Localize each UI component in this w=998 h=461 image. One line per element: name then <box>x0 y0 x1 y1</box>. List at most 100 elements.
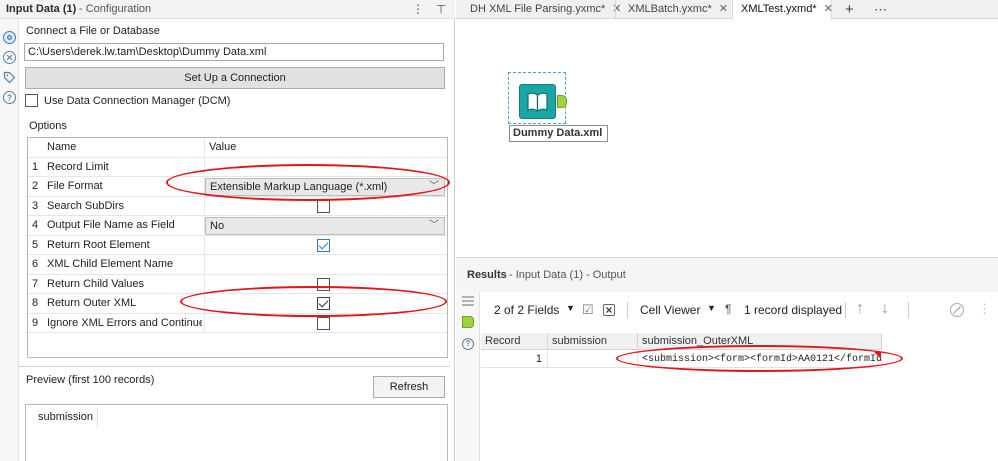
results-side-toolbar: ? <box>456 292 480 461</box>
setup-connection-button[interactable]: Set Up a Connection <box>25 67 445 89</box>
tab-dh-xml-file-parsing[interactable]: DH XML File Parsing.yxmc* ✕ <box>462 0 622 19</box>
output-file-name-dropdown[interactable]: No ﹀ <box>205 217 445 235</box>
cell-viewer-label[interactable]: Cell Viewer <box>640 303 700 317</box>
option-name: XML Child Element Name <box>47 258 174 270</box>
option-row-return-root: 5 Return Root Element <box>28 235 447 255</box>
results-grid: Record submission submission_OuterXML 1 … <box>481 333 882 369</box>
option-number: 8 <box>32 297 39 309</box>
configuration-header: Input Data (1) - Configuration ⋮ ⊥ <box>0 0 455 19</box>
cell-viewer-dropdown-icon[interactable]: ▼ <box>707 303 716 313</box>
tab-label: XMLBatch.yxmc* <box>628 3 712 15</box>
option-row-ignore-errors: 9 Ignore XML Errors and Continue <box>28 313 447 333</box>
add-tab-button[interactable]: + <box>840 0 862 19</box>
records-displayed-label: 1 record displayed <box>744 303 843 317</box>
arrow-up-icon[interactable]: ↑ <box>856 300 864 318</box>
configuration-gear-icon[interactable] <box>3 31 16 44</box>
option-name: Search SubDirs <box>47 199 125 212</box>
svg-text:?: ? <box>7 94 12 103</box>
submission-column-header[interactable]: submission <box>548 333 638 350</box>
chevron-down-icon: ﹀ <box>429 220 439 231</box>
anchor-icon[interactable] <box>462 316 474 328</box>
name-column-header: Name <box>47 141 77 153</box>
option-name: Return Root Element <box>47 238 150 251</box>
book-icon <box>527 92 548 113</box>
tab-label: DH XML File Parsing.yxmc* <box>470 3 606 15</box>
close-icon[interactable]: ✕ <box>824 3 833 15</box>
arrow-down-icon[interactable]: ↓ <box>881 300 889 318</box>
option-name: Record Limit <box>47 160 109 173</box>
tool-label: Dummy Data.xml <box>509 125 608 142</box>
list-icon[interactable] <box>462 296 474 306</box>
toolbar-divider <box>908 302 909 318</box>
help-icon[interactable]: ? <box>3 91 16 104</box>
remove-field-icon[interactable] <box>603 304 615 316</box>
option-row-record-limit: 1 Record Limit <box>28 157 447 177</box>
record-cell[interactable]: 1 <box>481 351 548 368</box>
option-number: 1 <box>32 160 39 173</box>
option-name: Return Child Values <box>47 277 145 290</box>
outer-xml-cell[interactable]: <submission><form><formId>AA0121</formId… <box>638 351 882 368</box>
output-file-name-value: No <box>210 220 225 232</box>
options-label: Options <box>29 120 67 132</box>
option-row-child-values: 7 Return Child Values <box>28 274 447 294</box>
fields-dropdown-icon[interactable]: ▼ <box>566 303 575 313</box>
panel-subtitle: - Configuration <box>79 3 152 15</box>
more-icon[interactable]: ⋮ <box>978 301 991 317</box>
option-name: File Format <box>47 180 103 192</box>
refresh-button[interactable]: Refresh <box>373 376 445 398</box>
close-icon[interactable]: ✕ <box>719 3 728 15</box>
record-column-header[interactable]: Record <box>481 333 548 350</box>
child-element-input[interactable] <box>204 255 447 275</box>
connect-label: Connect a File or Database <box>26 25 160 37</box>
output-anchor[interactable] <box>557 95 567 108</box>
value-column-header: Value <box>204 138 447 158</box>
tab-label: XMLTest.yxmd* <box>741 3 817 15</box>
options-grid-header: Name Value <box>28 138 447 158</box>
annotation-icon[interactable] <box>3 51 16 64</box>
outer-xml-checkbox[interactable] <box>317 297 330 310</box>
option-row-file-format: 2 File Format Extensible Markup Language… <box>28 177 447 197</box>
dcm-label: Use Data Connection Manager (DCM) <box>44 95 231 107</box>
input-data-tool[interactable] <box>519 84 556 119</box>
option-name: Ignore XML Errors and Continue <box>47 316 202 329</box>
results-header: Results - Input Data (1) - Output <box>456 257 998 292</box>
option-number: 4 <box>32 219 39 231</box>
dcm-checkbox[interactable] <box>25 94 38 107</box>
paragraph-icon[interactable]: ¶ <box>725 302 731 316</box>
results-help-icon[interactable]: ? <box>462 338 474 350</box>
outer-xml-column-header[interactable]: submission_OuterXML <box>638 333 882 350</box>
results-panel <box>456 292 998 461</box>
option-row-search-subdirs: 3 Search SubDirs <box>28 196 447 216</box>
outer-xml-cell <box>204 294 447 314</box>
cancel-icon[interactable] <box>950 303 964 317</box>
results-title: Results <box>467 269 507 281</box>
ignore-errors-cell <box>204 313 447 333</box>
tag-icon[interactable] <box>3 71 16 84</box>
option-number: 6 <box>32 258 39 270</box>
search-subdirs-checkbox[interactable] <box>317 199 330 213</box>
pin-icon[interactable]: ⊥ <box>434 1 448 17</box>
edit-field-icon[interactable]: ☑ <box>582 302 594 318</box>
ignore-errors-checkbox[interactable] <box>317 316 330 330</box>
panel-title: Input Data (1) <box>6 3 77 15</box>
tab-xmltest[interactable]: XMLTest.yxmd* ✕ <box>732 0 833 19</box>
options-grid: Name Value 1 Record Limit 2 File Format … <box>27 137 448 358</box>
more-tabs-button[interactable]: ⋯ <box>868 0 890 19</box>
toolbar-divider <box>627 302 628 318</box>
tab-separator <box>615 0 616 19</box>
output-file-name-cell: No ﹀ <box>204 216 447 236</box>
child-values-checkbox[interactable] <box>317 277 330 291</box>
option-row-child-element: 6 XML Child Element Name <box>28 255 447 275</box>
file-path-input[interactable]: C:\Users\derek.lw.tam\Desktop\Dummy Data… <box>24 43 444 61</box>
tab-xmlbatch[interactable]: XMLBatch.yxmc* ✕ <box>620 0 732 19</box>
fields-label[interactable]: 2 of 2 Fields <box>494 303 559 317</box>
return-root-cell <box>204 235 447 255</box>
return-root-checkbox[interactable] <box>317 238 330 252</box>
toolbar-divider <box>845 302 846 318</box>
preview-column-header: submission <box>34 407 98 427</box>
more-options-icon[interactable]: ⋮ <box>411 1 425 17</box>
record-limit-input[interactable] <box>204 157 447 177</box>
file-format-dropdown[interactable]: Extensible Markup Language (*.xml) ﹀ <box>205 178 445 196</box>
submission-cell[interactable] <box>548 351 638 368</box>
preview-grid: submission <box>25 404 448 461</box>
